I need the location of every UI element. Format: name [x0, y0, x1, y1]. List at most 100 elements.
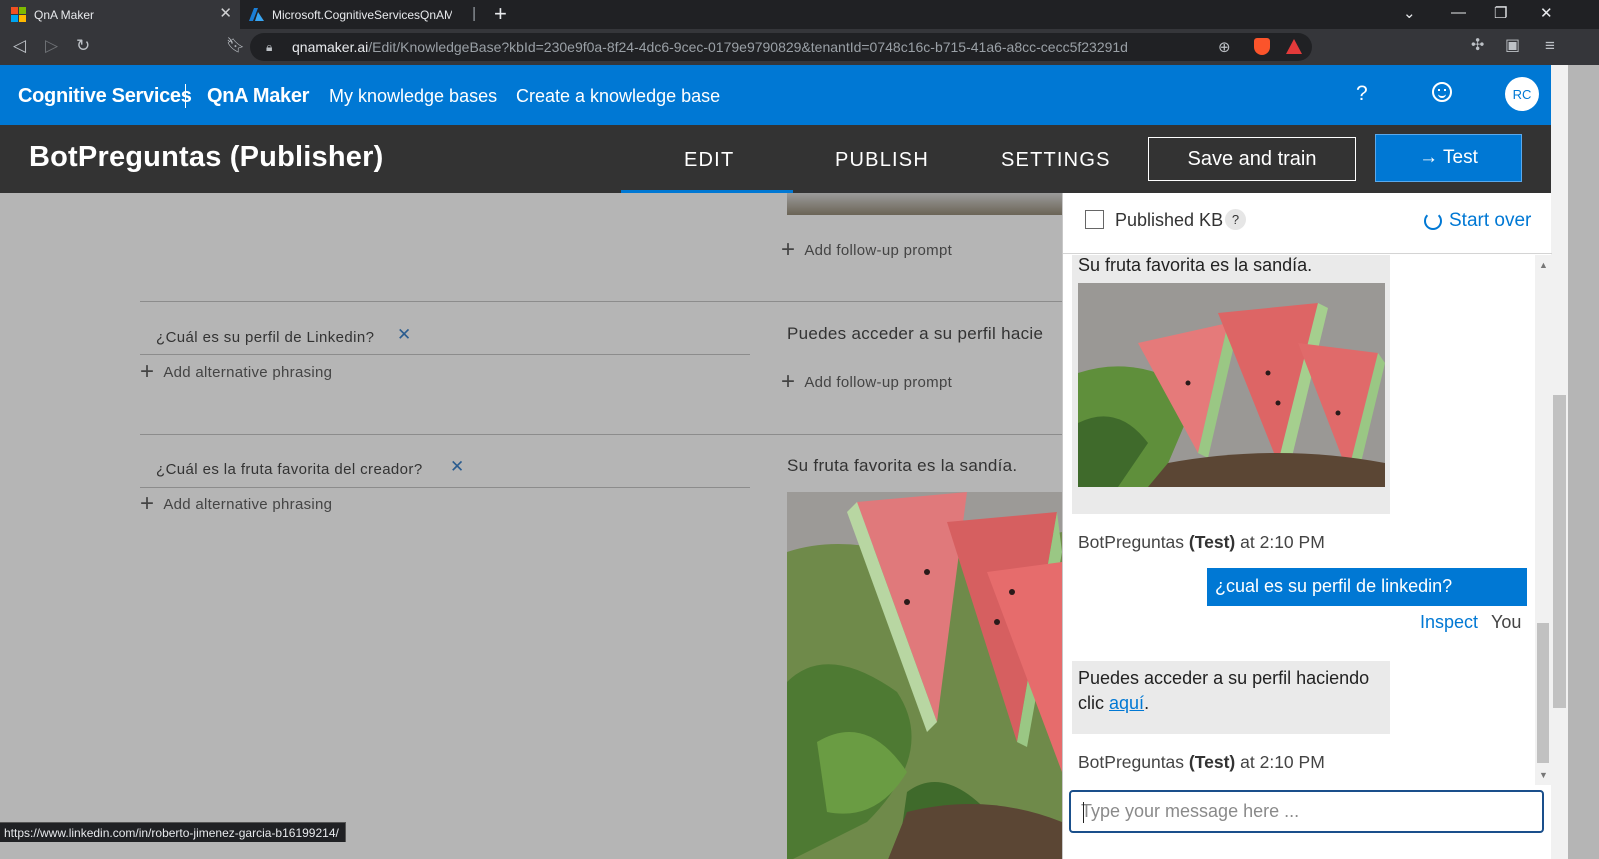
scroll-up-icon[interactable]: ▲	[1539, 260, 1548, 270]
plus-icon: +	[140, 358, 155, 385]
reload-icon[interactable]: ↻	[76, 36, 90, 56]
inspect-link[interactable]: Inspect	[1420, 612, 1478, 633]
plus-icon: +	[781, 368, 796, 395]
tab-publish[interactable]: PUBLISH	[835, 149, 929, 172]
kb-editor-content: + Add follow-up prompt ¿Cuál es su perfil…	[0, 193, 1062, 859]
close-tab-icon[interactable]: ✕	[219, 6, 232, 22]
sender-tag: (Test)	[1188, 752, 1236, 772]
add-follow-up-prompt[interactable]: + Add follow-up prompt	[781, 368, 953, 395]
lock-icon: 🔒︎	[266, 40, 273, 54]
save-and-train-button[interactable]: Save and train	[1148, 137, 1356, 181]
test-panel: Published KB ? Start over Su fruta favor…	[1062, 193, 1552, 859]
published-kb-checkbox[interactable]	[1085, 210, 1104, 229]
bot-message-text: Su fruta favorita es la sandía.	[1078, 255, 1313, 275]
add-follow-up-label: Add follow-up prompt	[804, 373, 953, 391]
chat-scrollbar-thumb[interactable]	[1537, 623, 1549, 763]
sender-you: You	[1491, 612, 1522, 632]
browser-tab-bar: QnA Maker ✕ Microsoft.CognitiveServicesQ…	[0, 0, 1599, 29]
chat-transcript: Su fruta favorita es la sandía. BotPregu…	[1063, 255, 1535, 782]
sender-name: BotPreguntas	[1078, 532, 1185, 552]
tab-search-icon[interactable]: ⌄	[1403, 4, 1416, 22]
avatar[interactable]: RC	[1505, 77, 1539, 111]
page-scrollbar-thumb[interactable]	[1553, 395, 1566, 708]
add-follow-up-prompt[interactable]: + Add follow-up prompt	[781, 236, 953, 263]
refresh-icon	[1424, 212, 1442, 230]
tab-title: QnA Maker	[34, 7, 95, 22]
question-underline	[140, 487, 750, 488]
new-tab-icon[interactable]: +	[494, 2, 507, 26]
wallet-icon[interactable]: ▣	[1505, 36, 1520, 56]
message-time: at 2:10 PM	[1240, 752, 1325, 772]
tab-settings[interactable]: SETTINGS	[1001, 149, 1111, 172]
bot-message: Su fruta favorita es la sandía.	[1072, 255, 1390, 514]
sender-name: BotPreguntas	[1078, 752, 1185, 772]
brand-cognitive-services[interactable]: Cognitive Services	[18, 85, 192, 108]
text-caret	[1083, 802, 1084, 823]
tab-title: Microsoft.CognitiveServicesQnAMaker	[272, 7, 452, 22]
start-over-button[interactable]: Start over	[1424, 210, 1531, 232]
tab-edit[interactable]: EDIT	[684, 149, 734, 172]
status-bar-link: https://www.linkedin.com/in/roberto-jime…	[0, 822, 346, 842]
add-alternative-phrasing[interactable]: + Add alternative phrasing	[140, 490, 333, 517]
address-bar[interactable]: 🔒︎ qnamaker.ai/Edit/KnowledgeBase?kbId=2…	[250, 33, 1312, 61]
answer-image-cropped	[787, 193, 1062, 215]
sender-tag: (Test)	[1188, 532, 1236, 552]
row-divider	[140, 301, 1062, 302]
close-tab-icon[interactable]: |	[472, 6, 476, 22]
header-divider	[185, 84, 186, 108]
remove-question-icon[interactable]: ✕	[397, 325, 411, 345]
published-kb-label: Published KB	[1115, 210, 1224, 230]
tab-azure-resource[interactable]: Microsoft.CognitiveServicesQnAMaker |	[240, 0, 480, 29]
minimize-icon[interactable]: —	[1451, 4, 1466, 21]
zoom-icon[interactable]: ⊕	[1218, 38, 1231, 56]
azure-logo-icon	[249, 7, 264, 22]
brave-shields-icon[interactable]	[1254, 38, 1270, 55]
chat-input-box[interactable]	[1069, 790, 1544, 833]
brand-qna-maker[interactable]: QnA Maker	[207, 85, 309, 108]
help-icon[interactable]: ?	[1225, 209, 1246, 230]
message-time: at 2:10 PM	[1240, 532, 1325, 552]
question-text[interactable]: ¿Cuál es su perfil de Linkedin?	[156, 329, 374, 346]
watermelon-image	[787, 492, 1062, 859]
add-alt-label: Add alternative phrasing	[163, 363, 333, 381]
browser-nav-bar: ◁ ▷ ↻ 🔖︎ 🔒︎ qnamaker.ai/Edit/KnowledgeBa…	[0, 29, 1599, 65]
page-title: BotPreguntas (Publisher)	[29, 141, 384, 173]
answer-text[interactable]: Puedes acceder a su perfil hacie	[787, 324, 1043, 344]
bookmark-icon[interactable]: 🔖︎	[226, 36, 245, 56]
app-header: Cognitive Services QnA Maker My knowledg…	[0, 65, 1551, 125]
question-text[interactable]: ¿Cuál es la fruta favorita del creador?	[156, 461, 423, 478]
nav-create-knowledge-base[interactable]: Create a knowledge base	[516, 86, 720, 107]
scroll-down-icon[interactable]: ▼	[1539, 770, 1548, 780]
extensions-icon[interactable]: ✣	[1471, 36, 1484, 56]
remove-question-icon[interactable]: ✕	[450, 457, 464, 477]
nav-my-knowledge-bases[interactable]: My knowledge bases	[329, 86, 497, 107]
close-window-icon[interactable]: ✕	[1540, 4, 1553, 22]
tab-qna-maker[interactable]: QnA Maker ✕	[0, 0, 240, 29]
answer-text[interactable]: Su fruta favorita es la sandía.	[787, 456, 1017, 476]
kb-toolbar: BotPreguntas (Publisher) EDIT PUBLISH SE…	[0, 125, 1551, 194]
menu-icon[interactable]: ≡	[1545, 36, 1555, 56]
user-message: ¿cual es su perfil de linkedin?	[1207, 568, 1527, 606]
watermelon-image	[1078, 283, 1385, 487]
start-over-label: Start over	[1449, 210, 1532, 231]
url-text: qnamaker.ai/Edit/KnowledgeBase?kbId=230e…	[292, 39, 1128, 55]
brave-rewards-icon[interactable]	[1286, 39, 1302, 54]
add-alt-label: Add alternative phrasing	[163, 495, 333, 513]
restore-icon[interactable]: ❐	[1494, 4, 1507, 22]
bot-message-tail: .	[1144, 693, 1150, 713]
help-icon[interactable]: ?	[1356, 82, 1368, 106]
plus-icon: +	[140, 490, 155, 517]
chat-message-input[interactable]	[1081, 801, 1521, 822]
add-follow-up-label: Add follow-up prompt	[804, 241, 953, 259]
forward-icon[interactable]: ▷	[45, 36, 58, 56]
row-divider	[140, 434, 1062, 435]
test-button[interactable]: → Test	[1375, 134, 1522, 182]
profile-link[interactable]: aquí	[1109, 693, 1144, 713]
feedback-smiley-icon[interactable]	[1432, 82, 1452, 102]
bot-message-meta: BotPreguntas (Test) at 2:10 PM	[1078, 532, 1325, 553]
back-icon[interactable]: ◁	[13, 36, 26, 56]
plus-icon: +	[781, 236, 796, 263]
test-panel-header: Published KB ? Start over	[1063, 193, 1552, 254]
bot-message: Puedes acceder a su perfil haciendo clic…	[1072, 661, 1390, 734]
add-alternative-phrasing[interactable]: + Add alternative phrasing	[140, 358, 333, 385]
